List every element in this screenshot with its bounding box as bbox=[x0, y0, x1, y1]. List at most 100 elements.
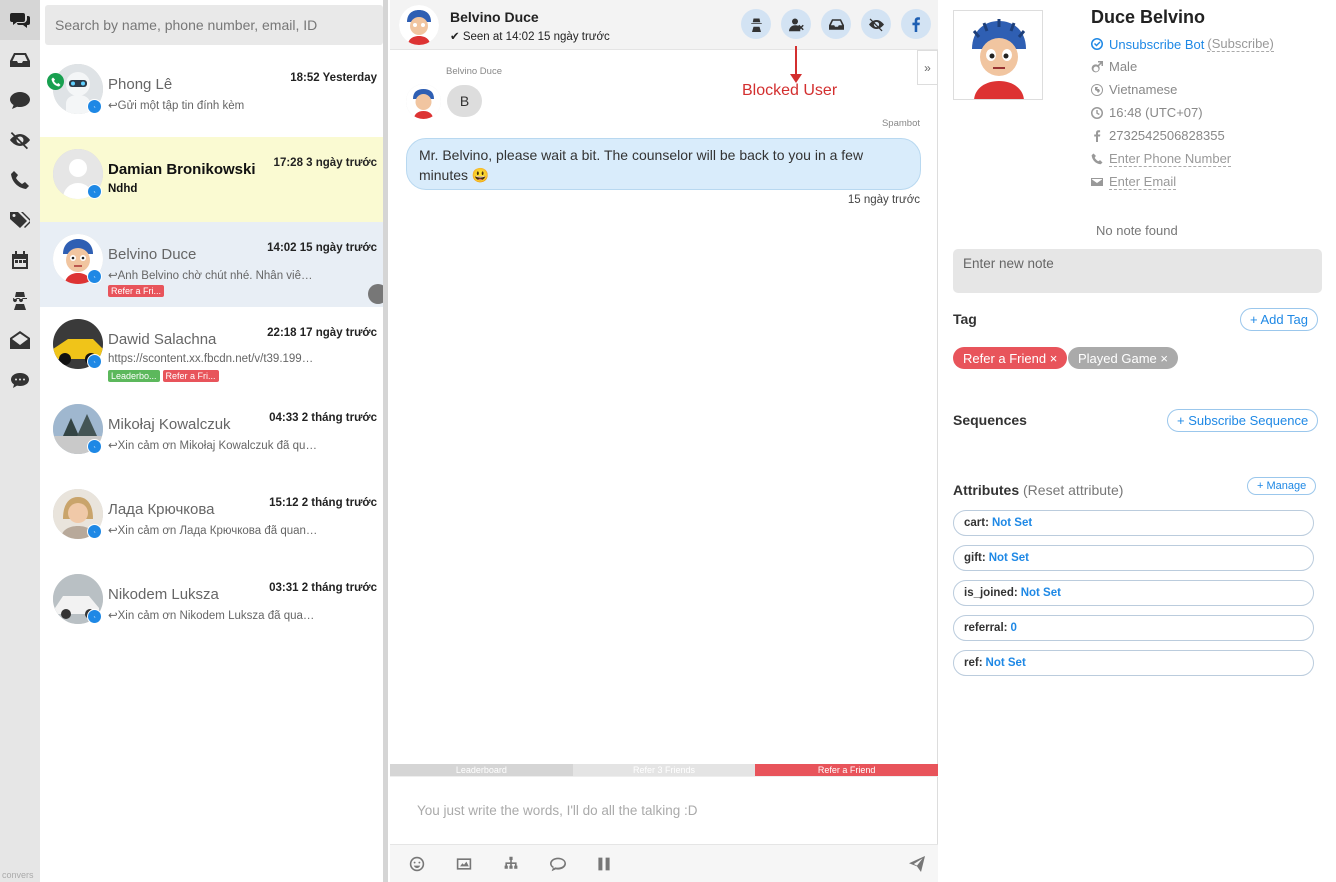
message-bubble: Mr. Belvino, please wait a bit. The coun… bbox=[406, 138, 921, 190]
sequence-bar: Leaderboard Refer 3 Friends Refer a Frie… bbox=[390, 764, 939, 776]
user-block-icon[interactable] bbox=[781, 9, 811, 39]
gender-row: Male bbox=[1091, 59, 1137, 74]
no-note-text: No note found bbox=[1096, 223, 1178, 238]
sequence-leaderboard[interactable]: Leaderboard bbox=[390, 764, 573, 776]
composer-toolbar bbox=[390, 844, 938, 882]
message-input[interactable]: You just write the words, I'll do all th… bbox=[390, 776, 938, 844]
conversation-item[interactable]: Mikołaj Kowalczuk 04:33 2 tháng trước ↩X… bbox=[40, 392, 385, 477]
unsubscribe-bot-link[interactable]: Unsubscribe Bot bbox=[1109, 37, 1204, 52]
reply-icon: ↩ bbox=[108, 610, 118, 622]
messenger-icon bbox=[87, 269, 102, 284]
chat-panel: Belvino Duce ✔ Seen at 14:02 15 ngày trư… bbox=[390, 0, 939, 882]
sitemap-icon[interactable] bbox=[501, 854, 521, 874]
tag-badge: Leaderbo... bbox=[108, 370, 160, 382]
messenger-icon bbox=[87, 99, 102, 114]
reply-icon: ↩ bbox=[108, 100, 118, 112]
user-secret-icon[interactable] bbox=[0, 280, 40, 320]
conversation-preview-text: Xin cảm ơn Nikodem Luksza đã quan tâm bbox=[117, 610, 318, 622]
conversation-name: Nikodem Luksza bbox=[108, 586, 219, 603]
language-row: Vietnamese bbox=[1091, 82, 1177, 97]
send-icon[interactable] bbox=[907, 854, 927, 874]
seen-status: ✔ Seen at 14:02 15 ngày trước bbox=[450, 29, 610, 43]
tag-badge: Refer a Fri... bbox=[162, 370, 219, 382]
conversation-item[interactable]: Phong Lê 18:52 Yesterday ↩Gửi một tập ti… bbox=[40, 52, 385, 137]
reset-attribute-link[interactable]: (Reset attribute) bbox=[1023, 482, 1123, 498]
conversation-preview-text: Xin cảm ơn Лада Крючкова đã quan tâm bbox=[117, 525, 318, 537]
conversation-preview: https://scontent.xx.fbcdn.net/v/t39.1997… bbox=[108, 353, 318, 365]
comments-icon[interactable] bbox=[0, 360, 40, 400]
pause-icon[interactable] bbox=[594, 854, 614, 874]
check-circle-icon bbox=[1091, 38, 1103, 50]
reply-icon: ↩ bbox=[108, 525, 118, 537]
inbox-icon[interactable] bbox=[0, 40, 40, 80]
attribute-key: cart: bbox=[964, 517, 989, 529]
conversation-name: Dawid Salachna bbox=[108, 331, 217, 348]
message-sender: Spambot bbox=[881, 118, 920, 129]
messenger-icon bbox=[87, 184, 102, 199]
attribute-row[interactable]: cart: Not Set bbox=[953, 510, 1314, 536]
message-sender: Belvino Duce bbox=[446, 66, 502, 77]
collapse-profile-button[interactable]: » bbox=[917, 50, 937, 85]
inbox-icon[interactable] bbox=[821, 9, 851, 39]
messenger-icon bbox=[87, 354, 102, 369]
sequence-refer-a-friend[interactable]: Refer a Friend bbox=[755, 764, 939, 776]
gender-value: Male bbox=[1109, 59, 1138, 74]
user-secret-icon[interactable] bbox=[741, 9, 771, 39]
email-input[interactable]: Enter Email bbox=[1109, 174, 1177, 190]
tag-chip[interactable]: Refer a Friend × bbox=[953, 347, 1068, 369]
conversation-preview: ↩Xin cảm ơn Nikodem Luksza đã quan tâm bbox=[108, 608, 318, 622]
search-input[interactable]: Search by name, phone number, email, ID bbox=[45, 5, 383, 45]
attribute-row[interactable]: ref: Not Set bbox=[953, 650, 1314, 676]
subscribe-link[interactable]: (Subscribe) bbox=[1207, 36, 1274, 52]
conversation-preview-text: Xin cảm ơn Mikołaj Kowalczuk đã quan tâm bbox=[117, 440, 318, 452]
attribute-row[interactable]: referral: 0 bbox=[953, 615, 1314, 641]
facebook-id-value: 2732542506828355 bbox=[1109, 128, 1225, 143]
attribute-row[interactable]: is_joined: Not Set bbox=[953, 580, 1314, 606]
phone-row: Enter Phone Number bbox=[1091, 151, 1232, 167]
conversation-name: Damian Bronikowski bbox=[108, 161, 256, 178]
tag-title: Tag bbox=[953, 311, 977, 327]
attribute-value: 0 bbox=[1010, 622, 1017, 634]
conversation-item[interactable]: Dawid Salachna 22:18 17 ngày trước https… bbox=[40, 307, 385, 392]
conversation-time: 17:28 3 ngày trước bbox=[273, 157, 377, 169]
phone-input[interactable]: Enter Phone Number bbox=[1109, 151, 1232, 167]
messenger-icon bbox=[87, 524, 102, 539]
comment-icon[interactable] bbox=[0, 80, 40, 120]
conversation-time: 18:52 Yesterday bbox=[290, 72, 377, 84]
facebook-icon[interactable] bbox=[901, 9, 931, 39]
subscription-row: Unsubscribe Bot (Subscribe) bbox=[1091, 36, 1274, 52]
note-input[interactable]: Enter new note bbox=[953, 249, 1322, 293]
tags-icon[interactable] bbox=[0, 200, 40, 240]
add-tag-button[interactable]: + Add Tag bbox=[1240, 308, 1318, 331]
eye-slash-icon[interactable] bbox=[0, 120, 40, 160]
eye-slash-icon[interactable] bbox=[861, 9, 891, 39]
smile-icon[interactable] bbox=[407, 854, 427, 874]
conversation-name: Phong Lê bbox=[108, 76, 173, 93]
chat-icon[interactable] bbox=[0, 0, 40, 40]
calendar-icon[interactable] bbox=[0, 240, 40, 280]
tag-chip[interactable]: Played Game × bbox=[1068, 347, 1178, 369]
comment-icon[interactable] bbox=[548, 854, 568, 874]
list-scrollbar[interactable] bbox=[383, 0, 388, 882]
image-icon[interactable] bbox=[454, 854, 474, 874]
conversation-item[interactable]: Belvino Duce 14:02 15 ngày trước ↩Anh Be… bbox=[40, 222, 388, 307]
message-bubble: B bbox=[447, 85, 482, 117]
conversation-time: 15:12 2 tháng trước bbox=[269, 497, 377, 509]
attributes-label: Attributes bbox=[953, 482, 1020, 498]
manage-attributes-button[interactable]: + Manage bbox=[1247, 477, 1317, 495]
message-avatar bbox=[406, 84, 441, 119]
conversation-preview-text: Anh Belvino chờ chút nhé. Nhân viên sẽ q… bbox=[117, 270, 318, 282]
sequences-title: Sequences bbox=[953, 412, 1027, 428]
conversation-item[interactable]: Damian Bronikowski 17:28 3 ngày trước Nd… bbox=[40, 137, 385, 222]
globe-icon bbox=[1091, 83, 1103, 96]
conversation-item[interactable]: Nikodem Luksza 03:31 2 tháng trước ↩Xin … bbox=[40, 562, 385, 647]
attribute-row[interactable]: gift: Not Set bbox=[953, 545, 1314, 571]
conversation-preview: Ndhd bbox=[108, 183, 138, 195]
language-value: Vietnamese bbox=[1109, 82, 1178, 97]
conversation-item[interactable]: Лада Крючкова 15:12 2 tháng trước ↩Xin c… bbox=[40, 477, 385, 562]
subscribe-sequence-button[interactable]: + Subscribe Sequence bbox=[1167, 409, 1319, 432]
attribute-value: Not Set bbox=[985, 657, 1026, 669]
sequence-refer-3-friends[interactable]: Refer 3 Friends bbox=[572, 764, 756, 776]
phone-icon[interactable] bbox=[0, 160, 40, 200]
envelope-open-icon[interactable] bbox=[0, 320, 40, 360]
